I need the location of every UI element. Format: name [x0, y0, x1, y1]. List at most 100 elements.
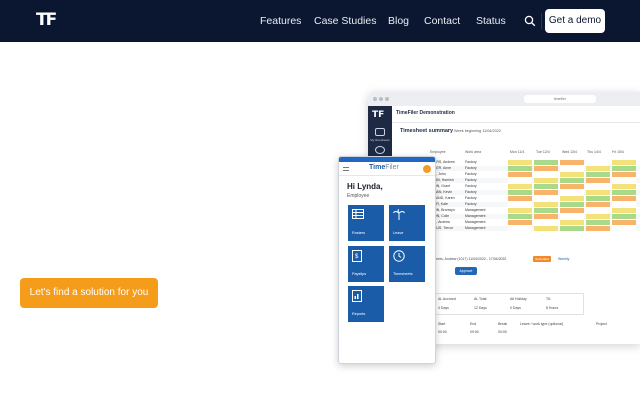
- shift-cell[interactable]: [508, 178, 532, 183]
- shift-cell[interactable]: [560, 160, 584, 165]
- solution-cta-button[interactable]: Let's find a solution for you: [20, 278, 158, 308]
- shift-cell[interactable]: [560, 166, 584, 171]
- report-icon: [352, 290, 362, 302]
- weekly-link[interactable]: Weekly: [558, 257, 569, 261]
- shift-cell[interactable]: [586, 184, 610, 189]
- payslips-tile[interactable]: $ Payslips: [348, 246, 384, 282]
- shift-cell[interactable]: [534, 160, 558, 165]
- shift-cell[interactable]: [586, 208, 610, 213]
- shift-cell[interactable]: [508, 196, 532, 201]
- table-row[interactable]: ON, Bronwyn Management: [430, 208, 640, 213]
- table-row[interactable]: S, John Factory: [430, 172, 640, 177]
- shift-cell[interactable]: [612, 166, 636, 171]
- shift-cell[interactable]: [508, 166, 532, 171]
- grid-icon: [352, 209, 364, 219]
- table-row[interactable]: ER, Kate Factory: [430, 202, 640, 207]
- nav-link-features[interactable]: Features: [260, 15, 301, 27]
- shift-cell[interactable]: [560, 214, 584, 219]
- shift-cell[interactable]: [612, 208, 636, 213]
- shift-cell[interactable]: [612, 190, 636, 195]
- shift-cell[interactable]: [508, 190, 532, 195]
- shift-cell[interactable]: [534, 172, 558, 177]
- shift-cell[interactable]: [508, 202, 532, 207]
- shift-cell[interactable]: [508, 160, 532, 165]
- shift-cell[interactable]: [534, 190, 558, 195]
- employee-name: ERS, Andrew: [434, 160, 455, 164]
- shift-cell[interactable]: [508, 226, 532, 231]
- menu-icon[interactable]: [343, 167, 349, 171]
- shift-cell[interactable]: [560, 184, 584, 189]
- shift-cell[interactable]: [534, 196, 558, 201]
- shift-cell[interactable]: [534, 208, 558, 213]
- shift-cell[interactable]: [586, 196, 610, 201]
- shift-value[interactable]: 09:00: [470, 330, 479, 334]
- table-row[interactable]: BER, Anne Factory: [430, 166, 640, 171]
- shift-cell[interactable]: [612, 226, 636, 231]
- shift-cell[interactable]: [534, 178, 558, 183]
- shift-cell[interactable]: [612, 214, 636, 219]
- shift-cell[interactable]: [560, 190, 584, 195]
- table-row[interactable]: ON, Grant Factory: [430, 184, 640, 189]
- nav-link-blog[interactable]: Blog: [388, 15, 409, 27]
- site-logo[interactable]: TF: [36, 12, 60, 29]
- leave-tile[interactable]: Leave: [389, 205, 425, 241]
- shift-cell[interactable]: [534, 166, 558, 171]
- shift-cell[interactable]: [612, 160, 636, 165]
- shift-cell[interactable]: [612, 184, 636, 189]
- shift-cell[interactable]: [534, 220, 558, 225]
- shift-cell[interactable]: [560, 196, 584, 201]
- shift-cell[interactable]: [534, 202, 558, 207]
- table-row[interactable]: IAN, Hamish Factory: [430, 178, 640, 183]
- shift-cell[interactable]: [586, 220, 610, 225]
- table-row[interactable]: ERS, Andrew Factory: [430, 160, 640, 165]
- table-row[interactable]: S, Andrew Management: [430, 220, 640, 225]
- nav-link-status[interactable]: Status: [476, 15, 506, 27]
- shift-cell[interactable]: [534, 214, 558, 219]
- shift-cell[interactable]: [586, 214, 610, 219]
- leave-header: AL Total: [474, 297, 487, 301]
- shift-cell[interactable]: [508, 184, 532, 189]
- shift-cell[interactable]: [586, 178, 610, 183]
- table-row[interactable]: ON, Colin Management: [430, 214, 640, 219]
- shift-cell[interactable]: [508, 220, 532, 225]
- tile-label: Payslips: [352, 272, 367, 276]
- timesheets-tile[interactable]: Timesheets: [389, 246, 425, 282]
- search-icon[interactable]: [524, 15, 536, 27]
- shift-cell[interactable]: [560, 178, 584, 183]
- shift-cell[interactable]: [560, 202, 584, 207]
- shift-cell[interactable]: [612, 202, 636, 207]
- reports-tile[interactable]: Reports: [348, 286, 384, 322]
- shift-cell[interactable]: [560, 226, 584, 231]
- shift-cell[interactable]: [560, 220, 584, 225]
- shift-cell[interactable]: [612, 178, 636, 183]
- table-row[interactable]: LAND, Karen Factory: [430, 196, 640, 201]
- shift-cell[interactable]: [534, 226, 558, 231]
- shift-cell[interactable]: [508, 208, 532, 213]
- shift-cell[interactable]: [586, 160, 610, 165]
- shift-value[interactable]: 00:00: [438, 330, 447, 334]
- shift-cell[interactable]: [612, 196, 636, 201]
- shift-cell[interactable]: [586, 172, 610, 177]
- rosters-tile[interactable]: Rosters: [348, 205, 384, 241]
- table-row[interactable]: HAN, Kevin Factory: [430, 190, 640, 195]
- work-area: Management: [465, 208, 486, 212]
- shift-value[interactable]: 00:00: [498, 330, 507, 334]
- shift-cell[interactable]: [586, 190, 610, 195]
- approve-button[interactable]: Approve: [455, 267, 477, 275]
- avatar[interactable]: [423, 165, 431, 173]
- shift-cell[interactable]: [586, 202, 610, 207]
- shift-cell[interactable]: [560, 208, 584, 213]
- shift-cell[interactable]: [586, 226, 610, 231]
- shift-cell[interactable]: [508, 172, 532, 177]
- nav-link-contact[interactable]: Contact: [424, 15, 460, 27]
- shift-cell[interactable]: [534, 184, 558, 189]
- shift-cell[interactable]: [612, 220, 636, 225]
- shift-cell[interactable]: [586, 166, 610, 171]
- shift-cell[interactable]: [560, 172, 584, 177]
- shift-cell[interactable]: [508, 214, 532, 219]
- get-demo-button[interactable]: Get a demo: [545, 9, 605, 33]
- leave-value: 12 Days: [474, 306, 487, 310]
- shift-cell[interactable]: [612, 172, 636, 177]
- nav-link-case-studies[interactable]: Case Studies: [314, 15, 376, 27]
- table-row[interactable]: AUS, Trevor Management: [430, 226, 640, 231]
